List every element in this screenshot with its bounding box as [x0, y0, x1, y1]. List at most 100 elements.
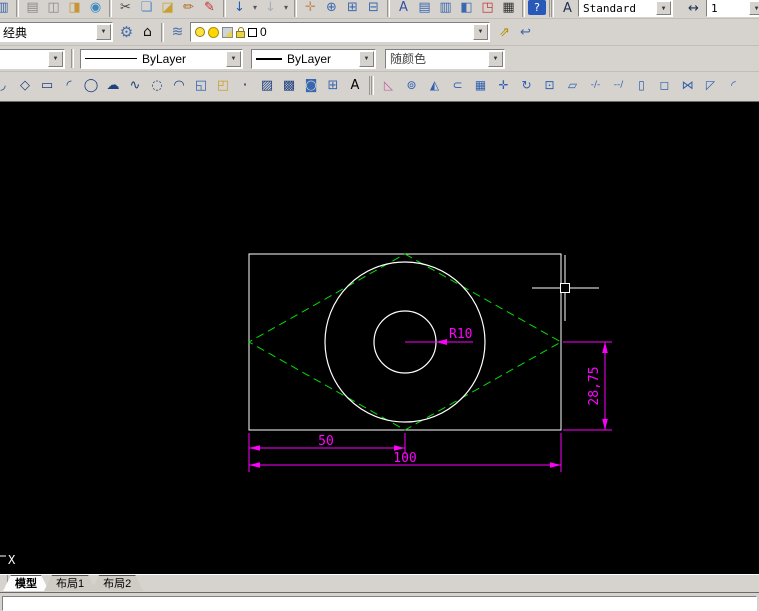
zoom-realtime-icon[interactable]: ⊕ — [321, 0, 342, 17]
trim-icon[interactable]: -/- — [584, 76, 607, 94]
drawing-area[interactable]: R10 50 100 — [0, 102, 759, 574]
save-partial-icon[interactable]: ▥ — [0, 0, 13, 17]
toolbar-separator — [16, 0, 19, 17]
tab-layout2[interactable]: 布局2 — [91, 575, 143, 591]
properties-palette-icon[interactable]: ▤ — [414, 0, 435, 17]
copy-icon[interactable]: ❏ — [136, 0, 157, 17]
circle-icon[interactable]: ◯ — [80, 76, 102, 94]
erase-icon[interactable]: ◺ — [377, 76, 400, 94]
layer-unlock-icon[interactable] — [236, 31, 245, 38]
zoom-previous-icon[interactable]: ⊟ — [363, 0, 384, 17]
designcenter-icon[interactable]: ▥ — [435, 0, 456, 17]
plot-preview-icon[interactable]: ◫ — [43, 0, 64, 17]
cut-icon[interactable]: ✂ — [115, 0, 136, 17]
radius-dimension[interactable]: R10 — [405, 327, 473, 345]
fillet-icon[interactable]: ◜ — [722, 76, 745, 94]
color-select[interactable]: ByLayer — [0, 49, 65, 69]
crosshair-cursor — [532, 255, 599, 321]
gradient-icon[interactable]: ▩ — [278, 76, 300, 94]
array-icon[interactable]: ▦ — [469, 76, 492, 94]
toolbar-separator — [522, 0, 525, 17]
stretch-icon[interactable]: ▱ — [561, 76, 584, 94]
dim-style-value: 1 — [711, 2, 718, 15]
linetype-value: ByLayer — [142, 52, 186, 66]
toolbar-separator — [71, 49, 74, 68]
region-icon[interactable]: ◙ — [300, 76, 322, 94]
draw-modify-toolbar: ◞◇▭◜◯☁∿◌◠◱◰·▨▩◙⊞A ◺⊚◭⊂▦✛↻⊡▱-/---/▯◻⋈◸◜ — [0, 72, 759, 98]
standard-toolbar-icons: ▥▤◫◨◉✂❏◪✏✎↓▾↓▾✛⊕⊞⊟A▤▥◧◳▦? — [0, 0, 546, 17]
quickcalc-icon[interactable]: ▦ — [498, 0, 519, 17]
tool-palettes-icon[interactable]: ◧ — [456, 0, 477, 17]
layout-tab-bar: 模型 布局1 布局2 — [0, 574, 759, 592]
layer-properties-manager-icon[interactable]: ≋ — [167, 23, 188, 41]
tab-layout1[interactable]: 布局1 — [44, 575, 96, 591]
undo-icon[interactable]: ↓ — [229, 0, 250, 17]
undo-more-icon[interactable]: ▾ — [250, 0, 260, 17]
command-input[interactable] — [2, 596, 757, 611]
text-style-select[interactable]: Standard — [578, 0, 673, 17]
redo-more-icon[interactable]: ▾ — [281, 0, 291, 17]
insert-block-icon[interactable]: ◱ — [190, 76, 212, 94]
rectangle-icon[interactable]: ▭ — [36, 76, 58, 94]
mirror-icon[interactable]: ◭ — [423, 76, 446, 94]
polyline-partial-icon[interactable]: ◞ — [0, 76, 14, 94]
ellipse-arc-icon[interactable]: ◠ — [168, 76, 190, 94]
markup-set-manager-icon[interactable]: ◳ — [477, 0, 498, 17]
help-icon[interactable]: ? — [528, 0, 546, 15]
toolbar-separator — [551, 0, 554, 17]
3d-dwf-icon[interactable]: ◉ — [85, 0, 106, 17]
zoom-window-icon[interactable]: ⊞ — [342, 0, 363, 17]
layer-viewport-freeze-icon[interactable] — [222, 27, 233, 38]
table-icon[interactable]: ⊞ — [322, 76, 344, 94]
toolbar-separator — [294, 0, 297, 17]
drawing-canvas[interactable]: R10 50 100 — [0, 102, 759, 574]
arc-icon[interactable]: ◜ — [58, 76, 80, 94]
workspace-select[interactable]: 经典 — [0, 22, 113, 42]
revision-cloud-icon[interactable]: ☁ — [102, 76, 124, 94]
find-icon[interactable]: A — [393, 0, 414, 17]
paste-icon[interactable]: ◪ — [157, 0, 178, 17]
workspace-settings-icon[interactable]: ⚙ — [116, 23, 137, 41]
publish-icon[interactable]: ◨ — [64, 0, 85, 17]
linetype-sample — [85, 58, 137, 59]
extend-icon[interactable]: --/ — [607, 76, 630, 94]
my-workspace-icon[interactable]: ⌂ — [137, 23, 158, 41]
copy-object-icon[interactable]: ⊚ — [400, 76, 423, 94]
spline-icon[interactable]: ∿ — [124, 76, 146, 94]
layer-thaw-icon[interactable] — [208, 27, 219, 38]
break-icon[interactable]: ◻ — [653, 76, 676, 94]
chamfer-icon[interactable]: ◸ — [699, 76, 722, 94]
dim-style-icon[interactable]: ↔ — [683, 0, 704, 17]
dimension-50[interactable]: 50 — [249, 433, 405, 454]
layer-on-icon[interactable] — [195, 27, 205, 37]
join-icon[interactable]: ⋈ — [676, 76, 699, 94]
lineweight-value: ByLayer — [287, 52, 331, 66]
multiline-text-icon[interactable]: A — [344, 76, 366, 94]
dimension-28-75[interactable]: 28,75 — [563, 342, 612, 430]
pickbox — [561, 284, 570, 293]
layer-select[interactable]: 0 — [190, 22, 490, 42]
polygon-icon[interactable]: ◇ — [14, 76, 36, 94]
match-properties-icon[interactable]: ✏ — [178, 0, 199, 17]
move-icon[interactable]: ✛ — [492, 76, 515, 94]
linetype-select[interactable]: ByLayer — [80, 49, 243, 69]
rotate-icon[interactable]: ↻ — [515, 76, 538, 94]
ellipse-icon[interactable]: ◌ — [146, 76, 168, 94]
scale-icon[interactable]: ⊡ — [538, 76, 561, 94]
layer-previous-icon[interactable]: ↩ — [515, 23, 536, 41]
pan-icon[interactable]: ✛ — [300, 0, 321, 17]
make-block-icon[interactable]: ◰ — [212, 76, 234, 94]
tab-model[interactable]: 模型 — [3, 575, 49, 591]
dim-style-select[interactable]: 1 — [706, 0, 759, 17]
point-icon[interactable]: · — [234, 76, 256, 94]
offset-icon[interactable]: ⊂ — [446, 76, 469, 94]
text-style-icon[interactable]: A — [557, 0, 578, 17]
block-editor-icon[interactable]: ✎ — [199, 0, 220, 17]
hatch-icon[interactable]: ▨ — [256, 76, 278, 94]
break-at-point-icon[interactable]: ▯ — [630, 76, 653, 94]
make-object-layer-current-icon[interactable]: ⇗ — [494, 23, 515, 41]
redo-icon[interactable]: ↓ — [260, 0, 281, 17]
lineweight-select[interactable]: ByLayer — [251, 49, 376, 69]
plot-icon[interactable]: ▤ — [22, 0, 43, 17]
plot-style-select[interactable]: 随颜色 — [385, 49, 505, 69]
